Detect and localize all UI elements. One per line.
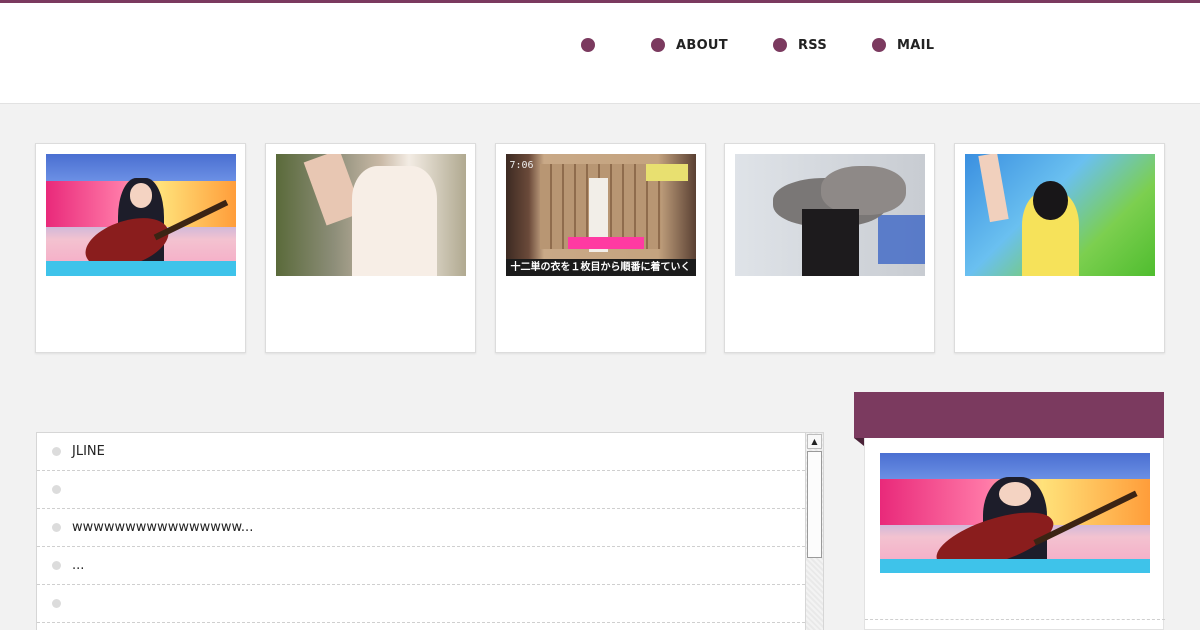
nav-item-label: ABOUT — [676, 37, 728, 53]
nav-item-about[interactable]: ABOUT — [640, 38, 728, 53]
list-bullet-icon — [52, 599, 61, 608]
featured-card[interactable] — [954, 143, 1165, 353]
featured-card[interactable] — [35, 143, 246, 353]
sidebar-header — [854, 392, 1164, 438]
main-nav: ABOUT RSS MAIL — [570, 33, 968, 57]
list-item[interactable] — [37, 585, 805, 623]
video-timestamp: 7:06 — [509, 160, 534, 171]
article-list: JLINE wwwwwwwwwwwwwwww... ... ▲ — [36, 432, 824, 630]
scroll-thumb[interactable] — [807, 451, 822, 558]
article-list-items: JLINE wwwwwwwwwwwwwwww... ... — [37, 433, 805, 630]
list-item[interactable]: JLINE — [37, 433, 805, 471]
nav-item-label: MAIL — [897, 37, 935, 53]
sidebar-widget — [864, 438, 1165, 630]
list-bullet-icon — [52, 523, 61, 532]
video-caption: 十二単の衣を１枚目から順番に着ていく — [505, 258, 696, 276]
list-bullet-icon — [52, 561, 61, 570]
featured-cards: 7:06 十二単の衣を１枚目から順番に着ていく — [35, 143, 1165, 353]
nav-bullet-icon — [581, 38, 595, 52]
scroll-up-arrow-icon[interactable]: ▲ — [807, 434, 822, 449]
nav-bullet-icon — [651, 38, 665, 52]
sidebar-divider — [865, 619, 1165, 620]
list-item-text: ... — [72, 558, 85, 573]
list-item[interactable]: ... — [37, 547, 805, 585]
nav-item-mail[interactable]: MAIL — [861, 38, 934, 53]
nav-item-rss[interactable]: RSS — [762, 38, 827, 53]
nav-item-label: RSS — [797, 37, 828, 53]
featured-card[interactable]: 7:06 十二単の衣を１枚目から順番に着ていく — [494, 143, 706, 353]
list-item[interactable]: wwwwwwwwwwwwwwww... — [37, 509, 805, 547]
site-header: ABOUT RSS MAIL — [0, 0, 1200, 104]
card-thumbnail[interactable] — [46, 154, 236, 276]
nav-item-home[interactable] — [570, 38, 606, 52]
card-thumbnail[interactable] — [965, 154, 1155, 276]
card-thumbnail[interactable] — [735, 154, 926, 276]
featured-card[interactable] — [724, 143, 936, 353]
list-item[interactable] — [37, 471, 805, 509]
nav-bullet-icon — [872, 38, 887, 52]
featured-card[interactable] — [264, 143, 476, 353]
list-item-text: JLINE — [72, 444, 105, 459]
card-thumbnail[interactable] — [275, 154, 466, 276]
list-scrollbar[interactable]: ▲ — [805, 433, 823, 630]
sidebar-header-notch — [854, 438, 864, 446]
list-bullet-icon — [52, 485, 61, 494]
sidebar-thumbnail[interactable] — [880, 453, 1150, 573]
nav-bullet-icon — [772, 38, 787, 52]
list-bullet-icon — [52, 447, 61, 456]
list-item-text: wwwwwwwwwwwwwwww... — [72, 520, 254, 535]
card-thumbnail[interactable]: 7:06 十二単の衣を１枚目から順番に着ていく — [505, 154, 696, 276]
